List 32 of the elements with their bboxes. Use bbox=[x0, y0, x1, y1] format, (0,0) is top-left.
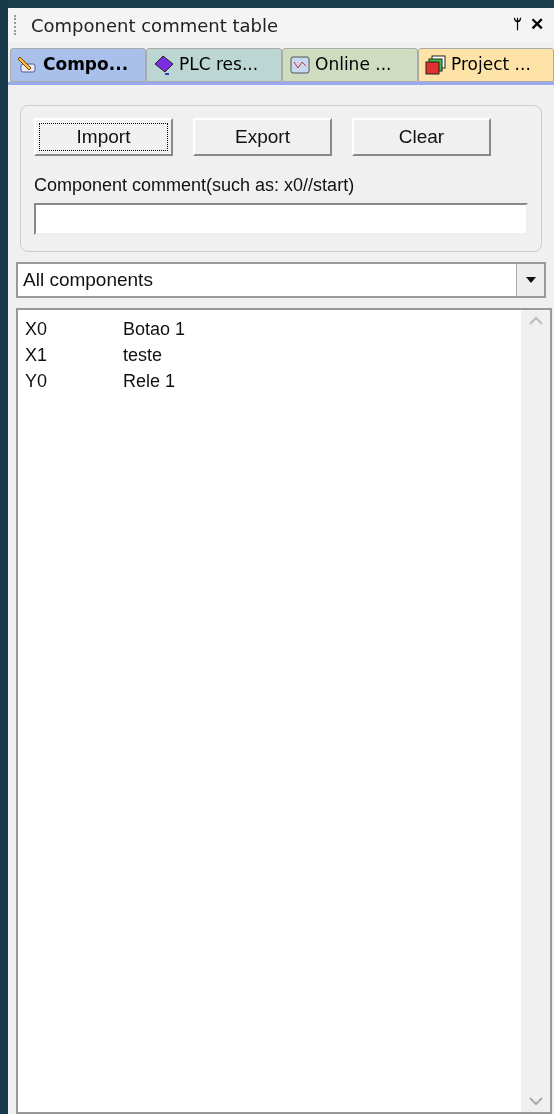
list-row[interactable]: X1 teste bbox=[25, 342, 521, 368]
scroll-down-icon[interactable] bbox=[528, 1097, 543, 1106]
monitor-icon bbox=[289, 54, 311, 76]
pin-button[interactable]: ᛘ bbox=[509, 13, 526, 37]
comment-cell-text: Rele 1 bbox=[123, 370, 176, 393]
comment-label: Component comment(such as: x0//start) bbox=[34, 174, 356, 197]
action-button[interactable]: Export bbox=[193, 118, 332, 156]
folder-stack-icon bbox=[425, 54, 447, 76]
panel-tab[interactable]: PLC res... bbox=[146, 48, 282, 82]
list-row[interactable]: Y0 Rele 1 bbox=[25, 368, 521, 394]
dropdown-button[interactable] bbox=[516, 264, 544, 296]
scroll-up-icon[interactable] bbox=[528, 316, 543, 325]
action-button[interactable]: Import bbox=[34, 118, 173, 156]
comment-input-field[interactable] bbox=[34, 203, 528, 235]
dropdown-arrow-icon bbox=[525, 277, 536, 283]
list-row[interactable]: X0 Botao 1 bbox=[25, 316, 521, 342]
address-cell-text: X0 bbox=[25, 318, 49, 341]
close-button[interactable]: ✕ bbox=[526, 12, 548, 38]
vertical-scrollbar[interactable] bbox=[521, 310, 550, 1112]
chip-icon bbox=[153, 54, 175, 76]
panel-title: Component comment table bbox=[31, 13, 280, 38]
action-button[interactable]: Clear bbox=[352, 118, 491, 156]
pencil-icon bbox=[17, 54, 39, 76]
panel-tab[interactable]: Online ... bbox=[282, 48, 418, 82]
filter-dropdown[interactable]: All components bbox=[16, 262, 546, 298]
filter-value: All components bbox=[22, 267, 154, 292]
panel-tab[interactable]: Project ... bbox=[418, 48, 554, 82]
address-cell-text: Y0 bbox=[25, 370, 49, 393]
panel-tab[interactable]: Compo... bbox=[10, 48, 146, 82]
comment-cell-text: teste bbox=[123, 344, 163, 367]
address-cell-text: X1 bbox=[25, 344, 49, 367]
comment-cell-text: Botao 1 bbox=[123, 318, 186, 341]
